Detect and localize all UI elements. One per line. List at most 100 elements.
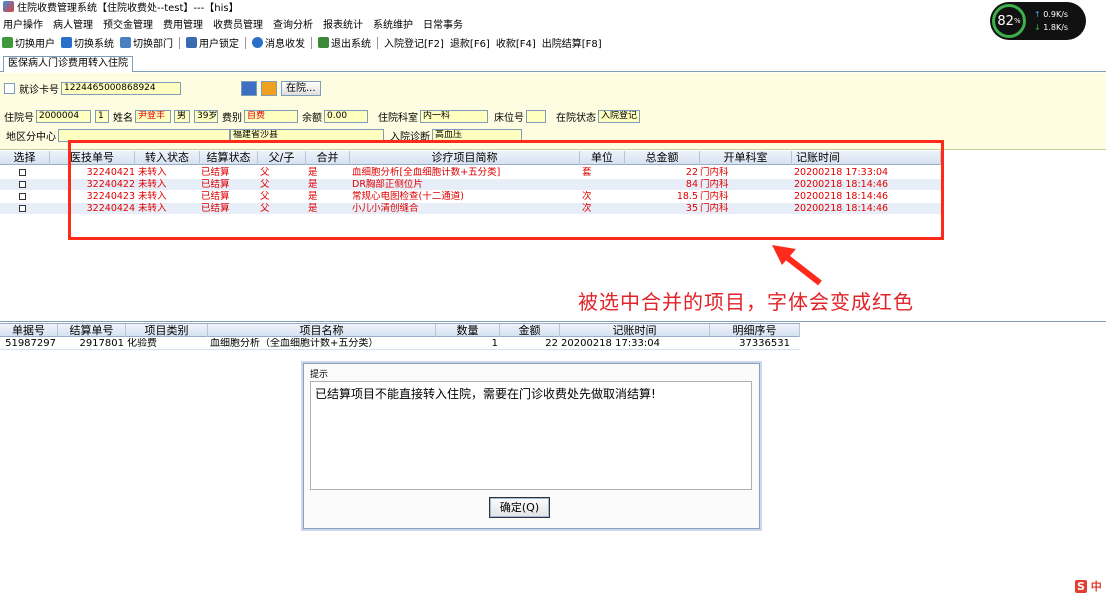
exit-system-label: 退出系统 xyxy=(331,39,371,50)
card-no-field[interactable]: 1224465000868924 xyxy=(61,82,181,95)
usage-gauge: 82% xyxy=(992,4,1026,38)
toolbar-separator xyxy=(245,36,246,49)
lock-icon xyxy=(186,37,197,48)
col-qty[interactable]: 数量 xyxy=(436,324,500,337)
switch-system-button[interactable]: 切换系统 xyxy=(61,35,114,50)
exit-icon xyxy=(318,37,329,48)
switch-department-label: 切换部门 xyxy=(133,39,173,50)
in-hospital-button[interactable]: 在院... xyxy=(281,81,321,96)
amount-cell: 22 xyxy=(545,338,558,349)
toolbar-separator xyxy=(311,36,312,49)
item-name-cell: 血细胞分析（全血细胞计数+五分类） xyxy=(210,338,379,349)
col-category[interactable]: 项目类别 xyxy=(126,324,208,337)
messages-label: 消息收发 xyxy=(265,39,305,50)
switch-system-label: 切换系统 xyxy=(74,39,114,50)
download-rate: 1.8 xyxy=(1043,23,1056,32)
col-time[interactable]: 记账时间 xyxy=(560,324,710,337)
search-patient-icon[interactable] xyxy=(261,81,277,96)
ward-dept-field[interactable]: 内一科 xyxy=(420,110,488,123)
status-label: 在院状态 xyxy=(556,113,596,124)
age-field[interactable]: 39岁 xyxy=(194,110,218,123)
receive-payment-button[interactable]: 收款[F4] xyxy=(496,35,536,50)
download-rate-unit: K/s xyxy=(1055,23,1069,32)
ime-mode: 中 xyxy=(1090,580,1102,593)
admission-register-button[interactable]: 入院登记[F2] xyxy=(384,35,444,50)
annotation-text: 被选中合并的项目，字体会变成红色 xyxy=(578,290,914,314)
seq-cell: 37336531 xyxy=(739,338,790,349)
tab-strip: 医保病人门诊费用转入住院 xyxy=(0,55,1106,72)
department-icon xyxy=(120,37,131,48)
name-field[interactable]: 尹登丰 xyxy=(135,110,171,123)
select-checkbox[interactable] xyxy=(19,205,26,212)
network-speed-widget[interactable]: 82% ↑ 0.9K/s ↓ 1.8K/s xyxy=(990,2,1086,40)
ime-logo-icon: S xyxy=(1075,580,1087,593)
admission-no-label: 住院号 xyxy=(4,113,34,124)
fee-type-field[interactable]: 自费 xyxy=(244,110,298,123)
bed-label: 床位号 xyxy=(494,113,524,124)
category-cell: 化验费 xyxy=(127,338,157,349)
col-select[interactable]: 选择 xyxy=(0,151,50,165)
balance-field[interactable]: 0.00 xyxy=(324,110,368,123)
tab-insurance-transfer[interactable]: 医保病人门诊费用转入住院 xyxy=(3,56,133,72)
annotation-highlight-box xyxy=(68,140,944,240)
title-bar: 住院收费管理系统【住院收费处--test】---【his】 xyxy=(0,0,1106,14)
time-cell: 20200218 17:33:04 xyxy=(561,338,660,349)
menu-patient-mgmt[interactable]: 病人管理 xyxy=(53,16,93,31)
menu-reports[interactable]: 报表统计 xyxy=(323,16,363,31)
qty-cell: 1 xyxy=(491,338,498,349)
switch-user-button[interactable]: 切换用户 xyxy=(2,35,55,50)
dialog-message: 已结算项目不能直接转入住院，需要在门诊收费处先做取消结算! xyxy=(310,381,752,490)
discharge-settlement-button[interactable]: 出院结算[F8] xyxy=(542,35,602,50)
menu-daily[interactable]: 日常事务 xyxy=(423,16,463,31)
upload-rate-unit: K/s xyxy=(1055,10,1069,19)
refund-button[interactable]: 退款[F6] xyxy=(450,35,490,50)
col-doc-no[interactable]: 单据号 xyxy=(0,324,58,337)
switch-department-button[interactable]: 切换部门 xyxy=(120,35,173,50)
name-label: 姓名 xyxy=(113,113,133,124)
menu-system[interactable]: 系统维护 xyxy=(373,16,413,31)
switch-user-label: 切换用户 xyxy=(15,39,55,50)
admission-no-field[interactable]: 2000004 xyxy=(36,110,91,123)
patient-form-panel: 就诊卡号 1224465000868924 在院... 住院号 2000004 … xyxy=(0,73,1106,150)
toolbar: 切换用户 切换系统 切换部门 用户锁定 消息收发 退出系统 入院登记[F2] 退… xyxy=(0,34,608,51)
dialog-title: 提示 xyxy=(310,370,329,380)
menu-query[interactable]: 查询分析 xyxy=(273,16,313,31)
menu-fee-mgmt[interactable]: 费用管理 xyxy=(163,16,203,31)
select-checkbox[interactable] xyxy=(19,181,26,188)
app-icon xyxy=(3,1,14,12)
window-title: 住院收费管理系统【住院收费处--test】---【his】 xyxy=(17,3,239,14)
col-settle-no[interactable]: 结算单号 xyxy=(58,324,126,337)
divider xyxy=(0,321,1106,322)
col-seq[interactable]: 明细序号 xyxy=(710,324,800,337)
upload-rate: 0.9 xyxy=(1043,10,1056,19)
annotation-arrow-icon xyxy=(772,245,822,286)
menu-deposit-mgmt[interactable]: 预交金管理 xyxy=(103,16,153,31)
menu-cashier-mgmt[interactable]: 收费员管理 xyxy=(213,16,263,31)
upload-arrow-icon: ↑ xyxy=(1034,10,1041,19)
region-label: 地区分中心 xyxy=(6,132,56,143)
select-checkbox[interactable] xyxy=(19,169,26,176)
lock-user-button[interactable]: 用户锁定 xyxy=(186,35,239,50)
ok-button[interactable]: 确定(Q) xyxy=(489,497,550,518)
card-reader-icon[interactable] xyxy=(4,83,15,94)
status-field[interactable]: 入院登记 xyxy=(598,110,640,123)
doc-no-cell: 51987297 xyxy=(5,338,56,349)
menu-bar: 用户操作 病人管理 预交金管理 费用管理 收费员管理 查询分析 报表统计 系统维… xyxy=(0,15,473,32)
detail-grid-header: 单据号 结算单号 项目类别 项目名称 数量 金额 记账时间 明细序号 xyxy=(0,323,800,337)
table-row[interactable]: 51987297 2917801 化验费 血细胞分析（全血细胞计数+五分类） 1… xyxy=(0,338,800,350)
bed-field[interactable] xyxy=(526,110,546,123)
ime-indicator[interactable]: S 中 xyxy=(1075,578,1102,593)
gender-field[interactable]: 男 xyxy=(174,110,190,123)
switch-icon xyxy=(61,37,72,48)
settle-no-cell: 2917801 xyxy=(79,338,124,349)
messages-button[interactable]: 消息收发 xyxy=(252,35,305,50)
col-amount[interactable]: 金额 xyxy=(500,324,560,337)
calculator-icon[interactable] xyxy=(241,81,257,96)
menu-user-ops[interactable]: 用户操作 xyxy=(3,16,43,31)
exit-system-button[interactable]: 退出系统 xyxy=(318,35,371,50)
users-icon xyxy=(2,37,13,48)
select-checkbox[interactable] xyxy=(19,193,26,200)
col-item-name[interactable]: 项目名称 xyxy=(208,324,436,337)
admission-times-field[interactable]: 1 xyxy=(95,110,109,123)
usage-unit: % xyxy=(1013,17,1021,25)
